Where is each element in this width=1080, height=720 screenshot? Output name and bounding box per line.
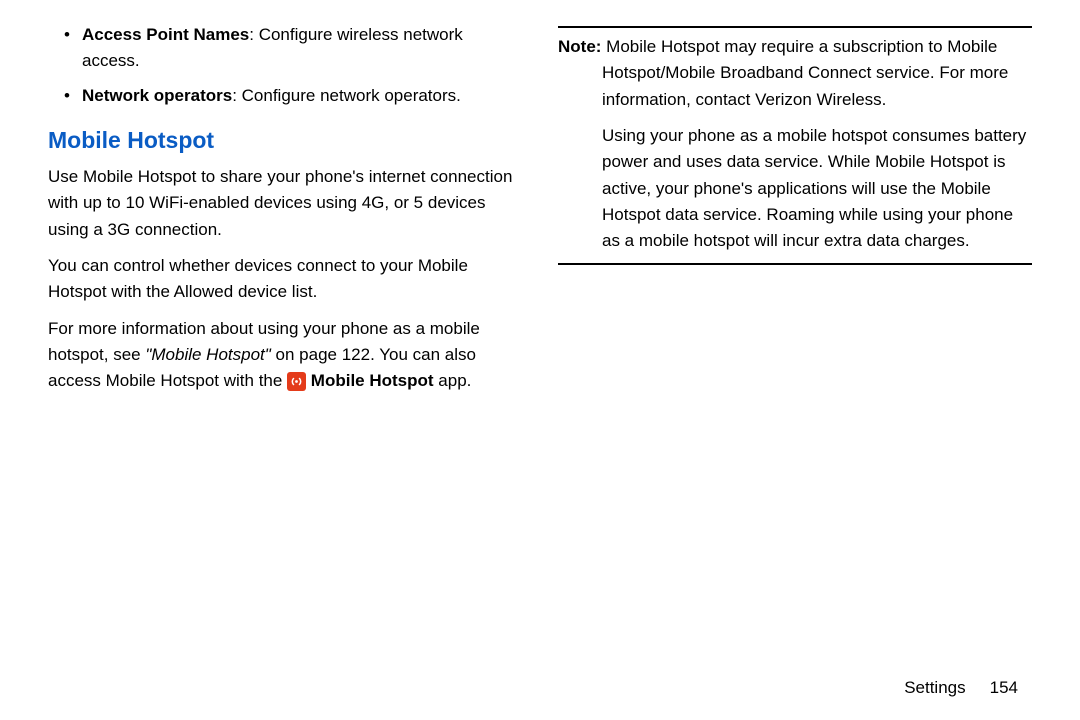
bullet-desc: : Configure network operators. bbox=[232, 86, 461, 105]
footer-section: Settings bbox=[904, 678, 965, 697]
bullet-label: Network operators bbox=[82, 86, 232, 105]
note-box: Note: Mobile Hotspot may require a subsc… bbox=[558, 26, 1032, 265]
hotspot-app-icon bbox=[287, 372, 306, 391]
note-text: Mobile Hotspot may require a subscriptio… bbox=[601, 37, 1008, 109]
bullet-label: Access Point Names bbox=[82, 25, 249, 44]
list-item: Network operators: Configure network ope… bbox=[48, 83, 522, 109]
text: app. bbox=[434, 371, 472, 390]
app-label: Mobile Hotspot bbox=[311, 371, 434, 390]
footer-page-number: 154 bbox=[990, 678, 1018, 697]
paragraph: For more information about using your ph… bbox=[48, 316, 522, 395]
bullet-list: Access Point Names: Configure wireless n… bbox=[48, 22, 522, 109]
left-column: Access Point Names: Configure wireless n… bbox=[48, 22, 522, 405]
page-footer: Settings 154 bbox=[904, 678, 1018, 698]
paragraph: Use Mobile Hotspot to share your phone's… bbox=[48, 164, 522, 243]
note-paragraph: Note: Mobile Hotspot may require a subsc… bbox=[558, 34, 1032, 113]
cross-ref-link[interactable]: "Mobile Hotspot" bbox=[145, 345, 270, 364]
note-label: Note: bbox=[558, 37, 601, 56]
list-item: Access Point Names: Configure wireless n… bbox=[48, 22, 522, 75]
paragraph: You can control whether devices connect … bbox=[48, 253, 522, 306]
note-paragraph: Using your phone as a mobile hotspot con… bbox=[558, 123, 1032, 255]
section-title: Mobile Hotspot bbox=[48, 127, 522, 154]
right-column: Note: Mobile Hotspot may require a subsc… bbox=[558, 22, 1032, 405]
page-columns: Access Point Names: Configure wireless n… bbox=[48, 22, 1032, 405]
